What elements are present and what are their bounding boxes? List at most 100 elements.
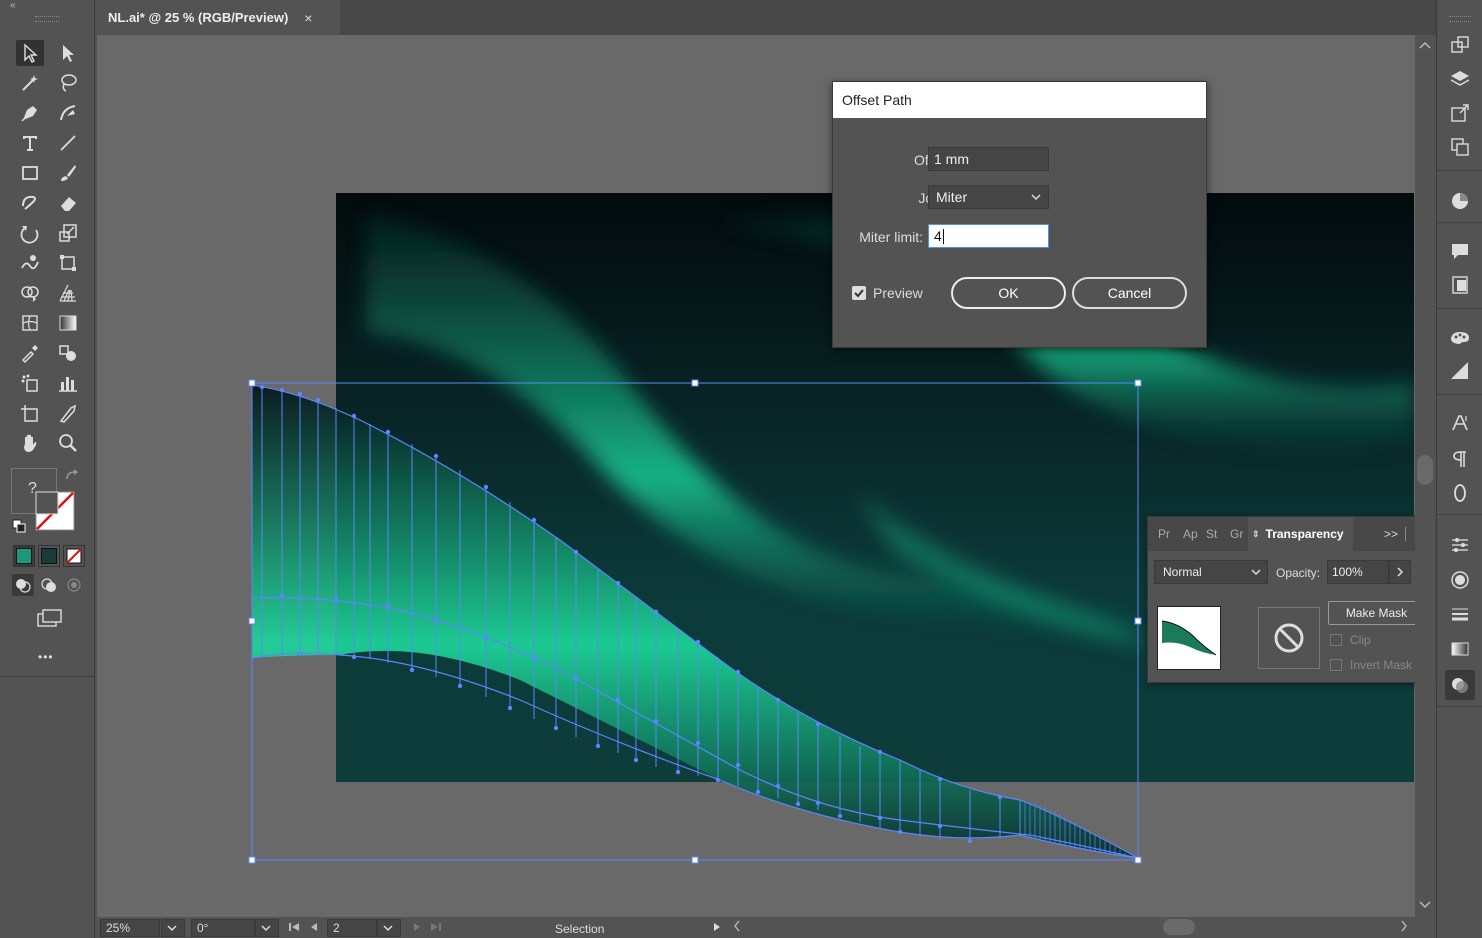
gradient-tool[interactable] [54,310,82,336]
artboard-dropdown[interactable] [377,919,401,937]
rectangle-tool[interactable] [16,160,44,186]
zoom-input[interactable]: 25% [100,919,160,937]
character-panel-icon[interactable] [1445,408,1475,438]
symbol-sprayer-tool[interactable] [16,370,44,396]
vertical-scrollbar[interactable] [1415,35,1435,917]
shaper-tool[interactable] [16,190,44,216]
opacity-slider-toggle[interactable] [1389,560,1411,584]
rotation-dropdown[interactable] [255,919,279,937]
status-menu-icon[interactable] [712,922,722,932]
color-mode-button[interactable] [13,545,35,567]
document-tab[interactable]: NL.ai* @ 25 % (RGB/Preview) × [95,0,340,35]
mesh-tool[interactable] [16,310,44,336]
perspective-grid-tool[interactable] [54,280,82,306]
gradient-swatch-panel-icon[interactable] [1445,634,1475,664]
object-thumbnail[interactable] [1157,606,1221,670]
offset-input[interactable]: 1 mm [928,147,1049,171]
expand-panel-icon[interactable]: >> [1384,517,1398,551]
dock-grip[interactable] [1449,16,1471,22]
draw-behind-icon[interactable] [38,574,60,596]
gradient-panel-icon[interactable] [1445,356,1475,386]
last-artboard-icon[interactable] [430,922,442,932]
invert-mask-checkbox[interactable] [1330,659,1342,671]
first-artboard-icon[interactable] [288,922,300,932]
slice-tool[interactable] [54,400,82,426]
default-fill-stroke-icon[interactable] [12,519,28,538]
ok-button[interactable]: OK [951,277,1066,309]
paragraph-panel-icon[interactable] [1445,444,1475,474]
line-tool[interactable] [54,130,82,156]
free-transform-tool[interactable] [54,250,82,276]
comments-panel-icon[interactable] [1445,236,1475,266]
scroll-left-icon[interactable] [733,920,741,932]
selection-tool[interactable] [16,40,44,66]
collapse-panel-icon[interactable]: « [10,0,16,11]
clip-checkbox[interactable] [1330,634,1342,646]
close-tab-icon[interactable]: × [304,10,312,26]
joins-select[interactable]: Miter [928,185,1049,209]
document-info-panel-icon[interactable] [1445,270,1475,300]
opacity-input[interactable]: 100% [1327,560,1389,584]
appearance-panel-icon[interactable] [1445,565,1475,595]
miter-limit-input[interactable]: 4 [928,224,1049,248]
color-guide-panel-icon[interactable] [1445,186,1475,216]
export-panel-icon[interactable] [1445,98,1475,128]
shape-builder-tool[interactable] [16,280,44,306]
layers-panel-icon[interactable] [1445,64,1475,94]
color-swatch-dark [41,548,57,564]
artboard-number-input[interactable]: 2 [327,919,377,937]
rotation-input[interactable]: 0° [191,919,255,937]
paintbrush-tool[interactable] [54,160,82,186]
horizontal-scroll-thumb[interactable] [1163,919,1195,935]
vertical-scroll-thumb[interactable] [1417,455,1433,485]
hand-tool[interactable] [16,430,44,456]
artboards-panel-icon[interactable] [1445,30,1475,60]
tab-gradient[interactable]: Gr [1230,517,1243,551]
scroll-up-icon[interactable] [1419,41,1431,49]
warp-tool[interactable] [16,250,44,276]
rotate-tool[interactable] [16,220,44,246]
tab-properties[interactable]: Pr [1158,517,1170,551]
cancel-button[interactable]: Cancel [1072,277,1187,309]
preview-checkbox[interactable] [852,286,866,300]
scroll-down-icon[interactable] [1419,901,1431,909]
lasso-tool[interactable] [54,70,82,96]
none-mode-button[interactable] [63,545,85,567]
type-tool[interactable] [16,130,44,156]
scroll-right-icon[interactable] [1400,920,1408,932]
column-graph-tool[interactable] [54,370,82,396]
tab-stroke[interactable]: St [1206,517,1217,551]
more-tools-icon[interactable]: ••• [38,650,54,664]
links-panel-icon[interactable] [1445,132,1475,162]
previous-artboard-icon[interactable] [309,922,319,932]
eraser-tool[interactable] [54,190,82,216]
make-mask-button[interactable]: Make Mask [1328,601,1425,625]
opacity-mask-thumbnail[interactable] [1258,607,1320,669]
draw-normal-icon[interactable] [12,574,34,596]
blend-mode-select[interactable]: Normal [1154,560,1268,584]
transparency-panel-icon[interactable] [1445,670,1475,700]
artboard-tool[interactable] [16,400,44,426]
panel-grip[interactable] [35,16,59,22]
stroke-panel-icon[interactable] [1445,599,1475,629]
tab-transparency[interactable]: ⇕ Transparency [1248,517,1353,551]
gradient-mode-button[interactable] [38,545,60,567]
blend-tool[interactable] [54,340,82,366]
curvature-tool[interactable] [54,100,82,126]
pen-tool[interactable] [16,100,44,126]
zoom-tool[interactable] [54,430,82,456]
magic-wand-tool[interactable] [16,70,44,96]
swatches-panel-icon[interactable] [1445,322,1475,352]
properties-panel-icon[interactable] [1445,530,1475,560]
next-artboard-icon[interactable] [412,922,422,932]
swap-fill-stroke-icon[interactable] [64,469,80,488]
zoom-dropdown[interactable] [161,919,185,937]
direct-selection-tool[interactable] [54,40,82,66]
eyedropper-tool[interactable] [16,340,44,366]
tab-appearance[interactable]: Ap [1183,517,1198,551]
scale-tool[interactable] [54,220,82,246]
stroke-swatch[interactable] [35,491,75,531]
screen-mode-icon[interactable] [34,607,64,629]
opentype-panel-icon[interactable] [1445,478,1475,508]
draw-inside-icon[interactable] [63,574,85,596]
